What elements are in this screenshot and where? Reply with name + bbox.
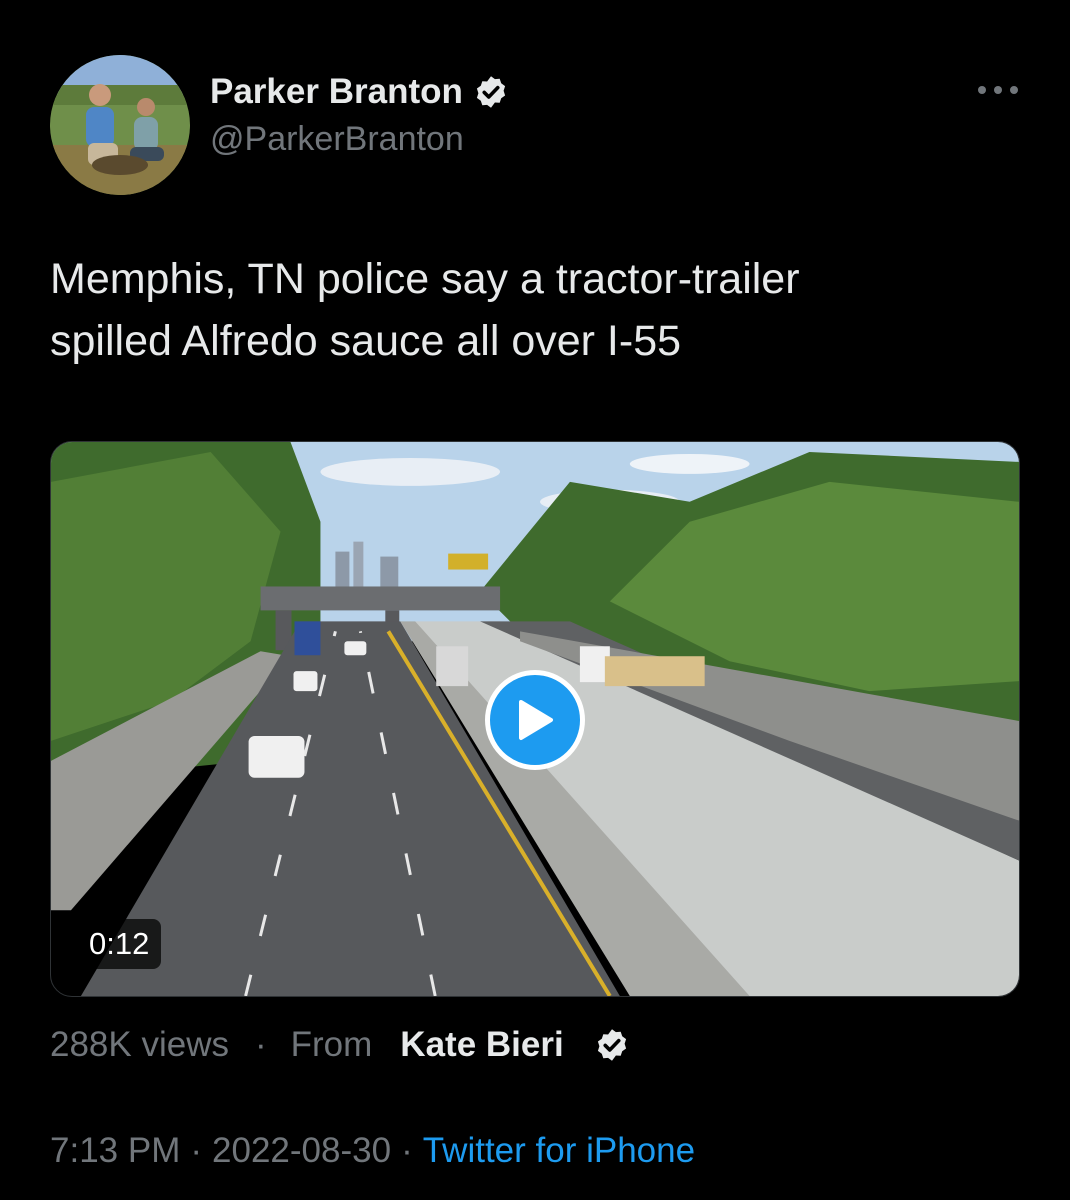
author-name-row[interactable]: Parker Branton: [210, 70, 509, 114]
tweet-time[interactable]: 7:13 PM: [50, 1131, 180, 1171]
separator: ·: [254, 1025, 267, 1064]
more-options-icon[interactable]: [978, 78, 1018, 102]
profile-photo: [50, 55, 190, 195]
video-player[interactable]: 0:12: [50, 441, 1020, 997]
tweet-text: Memphis, TN police say a tractor-trailer…: [50, 255, 800, 365]
view-count: 288K views: [50, 1025, 229, 1064]
play-button[interactable]: [485, 670, 585, 770]
avatar[interactable]: [50, 55, 190, 195]
more-dot: [1010, 86, 1018, 94]
play-icon: [519, 700, 553, 740]
author-display-name[interactable]: Parker Branton: [210, 72, 463, 112]
separator: ·: [190, 1131, 203, 1170]
tweet-metadata-row: 7:13 PM · 2022-08-30 · Twitter for iPhon…: [50, 1128, 695, 1174]
video-duration-badge: 0:12: [77, 919, 162, 969]
tweet-client-link[interactable]: Twitter for iPhone: [423, 1131, 695, 1171]
from-label: From: [290, 1025, 373, 1064]
tweet-date[interactable]: 2022-08-30: [212, 1131, 391, 1171]
author-handle[interactable]: @ParkerBranton: [210, 120, 464, 159]
video-source-name[interactable]: Kate Bieri: [400, 1025, 563, 1065]
separator: ·: [401, 1131, 413, 1170]
more-dot: [994, 86, 1002, 94]
verified-badge-icon: [597, 1029, 626, 1061]
video-stats-row: 288K views · From Kate Bieri: [50, 1022, 630, 1068]
tweet-detail: Parker Branton @ParkerBranton Memphis, T…: [0, 0, 1070, 1200]
more-dot: [978, 86, 986, 94]
verified-badge-icon: [476, 76, 505, 108]
